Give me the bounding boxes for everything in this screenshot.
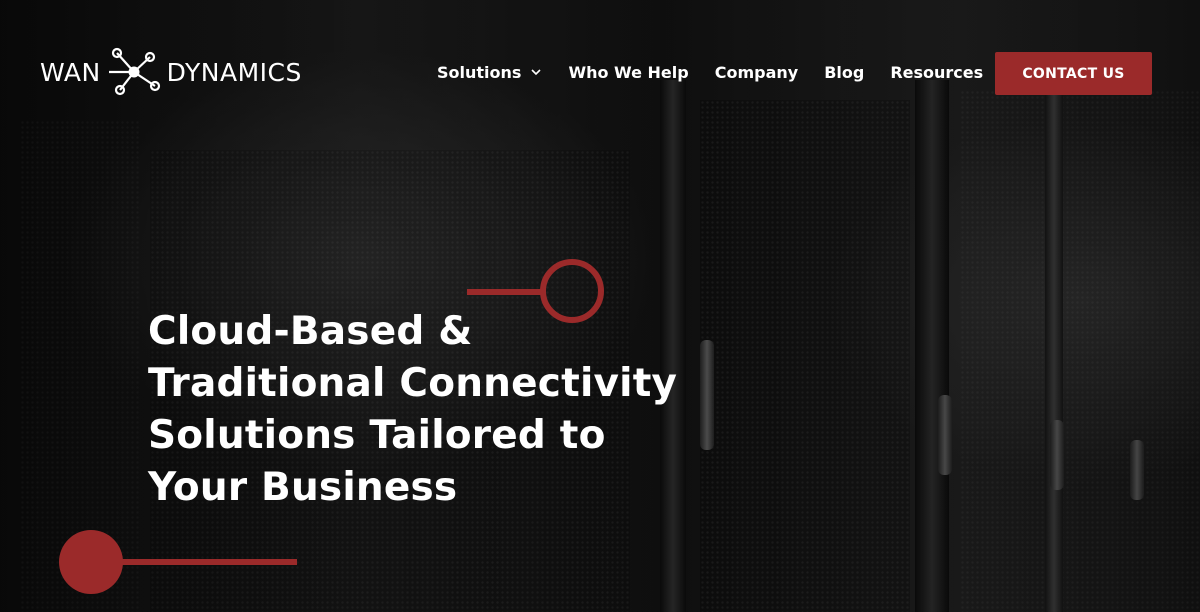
nav-item-label: Blog bbox=[824, 62, 865, 82]
nav-item-solutions[interactable]: Solutions bbox=[437, 60, 542, 84]
logo-word-right: DYNAMICS bbox=[166, 57, 302, 87]
nav-item-who-we-help[interactable]: Who We Help bbox=[568, 60, 688, 84]
hero-section: WAN DYNAMICS Solutions Who We Help Compa… bbox=[0, 0, 1200, 612]
network-node-icon bbox=[108, 47, 160, 96]
nav-item-resources[interactable]: Resources bbox=[890, 60, 983, 84]
logo-word-left: WAN bbox=[40, 57, 101, 87]
contact-us-button[interactable]: CONTACT US bbox=[995, 52, 1152, 95]
nav-item-blog[interactable]: Blog bbox=[824, 60, 864, 84]
site-logo[interactable]: WAN DYNAMICS bbox=[40, 46, 302, 98]
nav-item-label: Who We Help bbox=[568, 62, 689, 82]
nav-item-label: Resources bbox=[890, 62, 984, 82]
chevron-down-icon bbox=[531, 69, 542, 76]
headline-line: Your Business bbox=[148, 465, 458, 510]
nav-item-label: Company bbox=[714, 62, 799, 82]
hero-headline: Cloud-Based & Traditional Connectivity S… bbox=[148, 306, 828, 514]
headline-line: Traditional Connectivity bbox=[148, 361, 678, 406]
headline-line: Solutions Tailored to bbox=[148, 413, 606, 458]
headline-line: Cloud-Based & bbox=[148, 309, 473, 354]
main-nav: Solutions Who We Help Company Blog Resou… bbox=[437, 60, 1009, 84]
nav-item-company[interactable]: Company bbox=[715, 60, 798, 84]
nav-item-label: Solutions bbox=[437, 62, 522, 82]
